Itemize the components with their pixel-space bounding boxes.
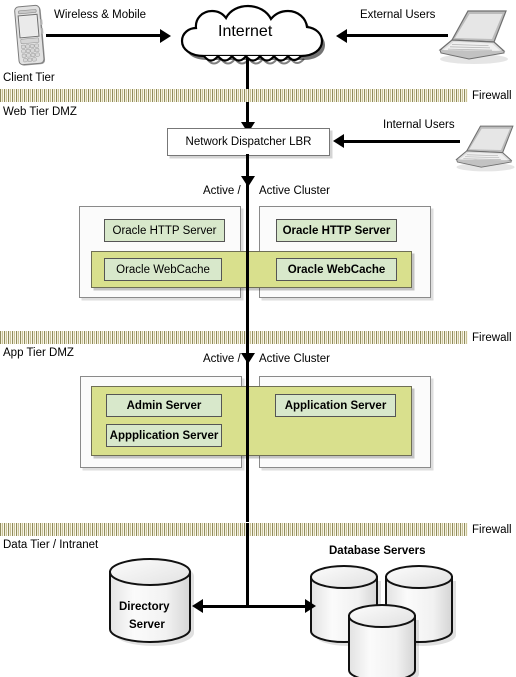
web-tier-right-http-server[interactable]: Oracle HTTP Server <box>276 219 397 242</box>
arrowhead-to-directory-server <box>192 599 203 613</box>
laptop-icon <box>455 125 515 172</box>
app-tier-right-application-server-label: Application Server <box>284 399 387 412</box>
app-tier-right-application-server[interactable]: Application Server <box>275 394 396 417</box>
arrowhead-internal-to-lbr <box>333 134 344 148</box>
connector-through-firewall-3 <box>246 523 249 536</box>
architecture-diagram: Internet Wireless & Mobile External User… <box>0 0 516 677</box>
app-tier-left-application-server[interactable]: Appplication Server <box>106 424 222 447</box>
firewall-band-2 <box>0 331 468 344</box>
web-tier-right-webcache[interactable]: Oracle WebCache <box>276 258 397 281</box>
firewall-label-3: Firewall <box>472 524 512 536</box>
network-dispatcher-lbr-box[interactable]: Network Dispatcher LBR <box>167 128 330 156</box>
connector-internal-to-lbr <box>344 139 460 143</box>
arrowhead-to-app-tier <box>240 353 255 364</box>
firewall-band-3 <box>0 523 468 536</box>
wireless-mobile-label: Wireless & Mobile <box>54 9 147 21</box>
tier-label-client: Client Tier <box>3 72 55 84</box>
web-tier-right-http-server-label: Oracle HTTP Server <box>282 224 391 237</box>
app-tier-admin-server[interactable]: Admin Server <box>106 394 222 417</box>
tier-label-data: Data Tier / Intranet <box>3 539 99 551</box>
database-cylinder-icon <box>348 604 419 677</box>
web-tier-right-webcache-label: Oracle WebCache <box>287 263 386 276</box>
connector-external-to-internet <box>347 34 448 37</box>
connector-through-web-tier <box>246 180 249 336</box>
external-users-label: External Users <box>360 9 436 21</box>
arrowhead-external-to-internet <box>336 28 347 43</box>
database-servers-label: Database Servers <box>329 545 426 557</box>
connector-through-app-tier <box>246 366 249 522</box>
mobile-phone-icon <box>14 4 46 66</box>
firewall-label-1: Firewall <box>472 90 512 102</box>
directory-server-label-line2: Server <box>129 619 165 631</box>
connector-to-data-tier <box>246 536 249 606</box>
arrowhead-mobile-to-internet <box>160 28 171 43</box>
tier-label-app: App Tier DMZ <box>3 347 74 359</box>
web-cluster-label-left: Active / <box>203 185 241 197</box>
internet-label: Internet <box>218 23 273 40</box>
connector-mobile-to-internet <box>46 34 162 37</box>
directory-server-label-line1: Directory <box>119 601 170 613</box>
web-tier-left-http-server-label: Oracle HTTP Server <box>112 224 217 237</box>
tier-label-web: Web Tier DMZ <box>3 106 77 118</box>
connector-data-tier-bus <box>203 604 308 608</box>
firewall-label-2: Firewall <box>472 332 512 344</box>
web-tier-left-webcache-label: Oracle WebCache <box>116 263 210 276</box>
arrowhead-to-database-servers <box>305 599 316 613</box>
app-cluster-label-right: Active Cluster <box>259 353 330 365</box>
internal-users-label: Internal Users <box>383 119 455 131</box>
connector-through-firewall-2 <box>246 331 249 344</box>
app-cluster-label-left: Active / <box>203 353 241 365</box>
app-tier-admin-server-label: Admin Server <box>126 399 202 412</box>
app-tier-left-application-server-label: Appplication Server <box>109 429 219 442</box>
web-tier-left-webcache[interactable]: Oracle WebCache <box>104 258 222 281</box>
web-cluster-label-right: Active Cluster <box>259 185 330 197</box>
network-dispatcher-lbr-label: Network Dispatcher LBR <box>185 136 312 148</box>
firewall-band-1 <box>0 89 468 102</box>
web-tier-left-http-server[interactable]: Oracle HTTP Server <box>104 219 225 242</box>
